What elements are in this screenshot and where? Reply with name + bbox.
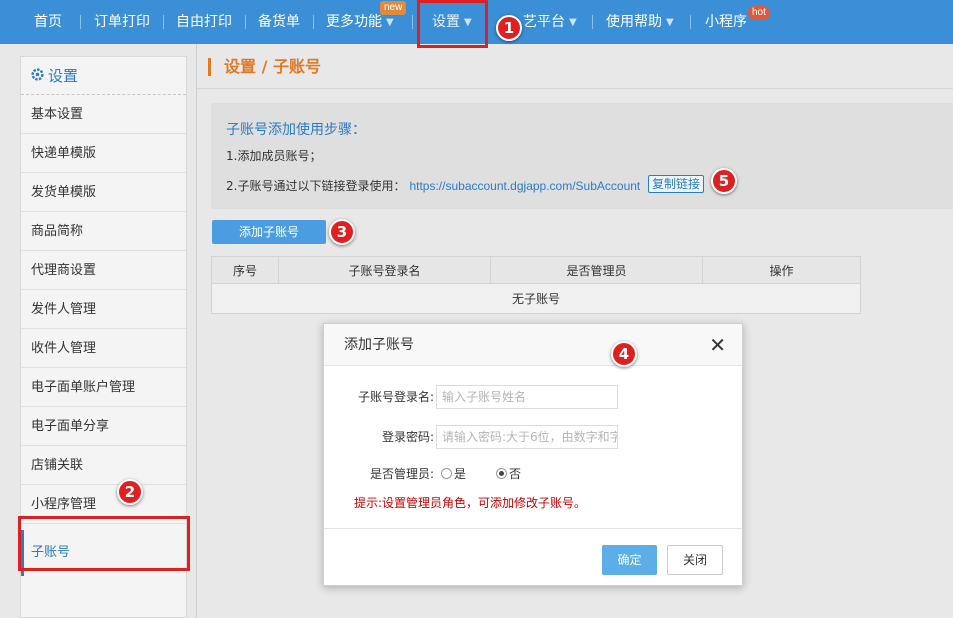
highlight-settings <box>417 0 488 48</box>
nav-separator <box>690 15 691 29</box>
sub-account-link[interactable]: https://subaccount.dgjapp.com/SubAccount <box>409 179 640 193</box>
nav-mini-program[interactable]: 小程序 <box>705 0 747 44</box>
close-button[interactable]: 关闭 <box>667 545 723 575</box>
chevron-down-icon: ▼ <box>666 17 674 28</box>
login-name-input[interactable] <box>436 385 618 409</box>
step-marker-2: 2 <box>117 479 143 505</box>
steps-panel: 子账号添加使用步骤： 1.添加成员账号； 2.子账号通过以下链接登录使用： htt… <box>211 103 953 209</box>
dialog-title: 添加子账号 <box>344 337 414 353</box>
step-one: 1.添加成员账号； <box>226 149 322 163</box>
sidebar-title: 设置 <box>21 57 186 95</box>
step-two: 2.子账号通过以下链接登录使用： https://subaccount.dgjap… <box>226 179 641 193</box>
sidebar-item-invoice-template[interactable]: 发货单模版 <box>21 173 186 212</box>
login-name-row: 子账号登录名: <box>324 385 744 409</box>
column-header: 是否管理员 <box>490 256 703 284</box>
sidebar-item-basic-settings[interactable]: 基本设置 <box>21 95 186 134</box>
sidebar-item-express-template[interactable]: 快递单模版 <box>21 134 186 173</box>
gear-icon <box>31 57 44 95</box>
column-header: 子账号登录名 <box>278 256 491 284</box>
chevron-down-icon: ▼ <box>569 17 577 28</box>
nav-free-print[interactable]: 自由打印 <box>176 0 232 44</box>
password-row: 登录密码: <box>324 425 744 449</box>
nav-separator <box>313 15 314 29</box>
column-header: 操作 <box>702 256 861 284</box>
nav-platform[interactable]: 艺平台 ▼ <box>523 0 577 44</box>
add-sub-account-dialog: 添加子账号 ✕ 子账号登录名: 登录密码: 是否管理员: 是 否 提示:设置管理… <box>323 323 743 586</box>
hint-text: 提示:设置管理员角色，可添加修改子账号。 <box>354 496 587 510</box>
nav-separator <box>245 15 246 29</box>
nav-separator <box>412 15 413 29</box>
table-row: 无子账号 <box>211 283 861 314</box>
admin-label: 是否管理员: <box>369 467 434 481</box>
steps-heading: 子账号添加使用步骤： <box>226 122 366 138</box>
nav-separator <box>80 15 81 29</box>
dialog-header: 添加子账号 ✕ <box>324 324 742 366</box>
login-name-label: 子账号登录名: <box>357 390 434 404</box>
sidebar-item-sender[interactable]: 发件人管理 <box>21 290 186 329</box>
dialog-footer: 确定 关闭 <box>324 528 742 586</box>
step-marker-4: 4 <box>611 341 637 367</box>
copy-link-button[interactable]: 复制链接 <box>648 175 705 193</box>
sidebar-item-shop-link[interactable]: 店铺关联 <box>21 446 186 485</box>
radio-no[interactable] <box>496 468 507 479</box>
divider <box>197 88 953 89</box>
sidebar-item-receiver[interactable]: 收件人管理 <box>21 329 186 368</box>
page-title: 设置 / 子账号 <box>208 56 321 78</box>
close-icon[interactable]: ✕ <box>709 324 726 366</box>
new-badge: new <box>380 1 407 15</box>
nav-stock-list[interactable]: 备货单 <box>258 0 300 44</box>
add-sub-account-button[interactable]: 添加子账号 <box>212 220 326 244</box>
confirm-button[interactable]: 确定 <box>602 545 657 575</box>
admin-yes-option[interactable]: 是 <box>441 462 466 486</box>
empty-state: 无子账号 <box>211 283 861 314</box>
hot-badge: hot <box>748 6 770 20</box>
highlight-sub-account <box>18 516 190 571</box>
nav-separator <box>163 15 164 29</box>
column-header: 序号 <box>211 256 279 284</box>
sub-account-table: 序号 子账号登录名 是否管理员 操作 无子账号 <box>211 256 861 314</box>
step-marker-5: 5 <box>711 168 737 194</box>
admin-no-option[interactable]: 否 <box>496 462 521 486</box>
nav-separator <box>592 15 593 29</box>
radio-yes[interactable] <box>441 468 452 479</box>
admin-row: 是否管理员: 是 否 <box>324 462 744 486</box>
sidebar-item-product-abbr[interactable]: 商品简称 <box>21 212 186 251</box>
nav-help[interactable]: 使用帮助 ▼ <box>606 0 674 44</box>
password-label: 登录密码: <box>381 430 434 444</box>
sidebar-item-agent-settings[interactable]: 代理商设置 <box>21 251 186 290</box>
nav-order-print[interactable]: 订单打印 <box>94 0 150 44</box>
step-marker-1: 1 <box>496 15 522 41</box>
password-input[interactable] <box>436 425 618 449</box>
nav-home[interactable]: 首页 <box>34 0 62 44</box>
sidebar-item-ewaybill-account[interactable]: 电子面单账户管理 <box>21 368 186 407</box>
step-marker-3: 3 <box>329 219 355 245</box>
table-header-row: 序号 子账号登录名 是否管理员 操作 <box>211 256 861 284</box>
sidebar-item-ewaybill-share[interactable]: 电子面单分享 <box>21 407 186 446</box>
divider <box>196 44 197 618</box>
